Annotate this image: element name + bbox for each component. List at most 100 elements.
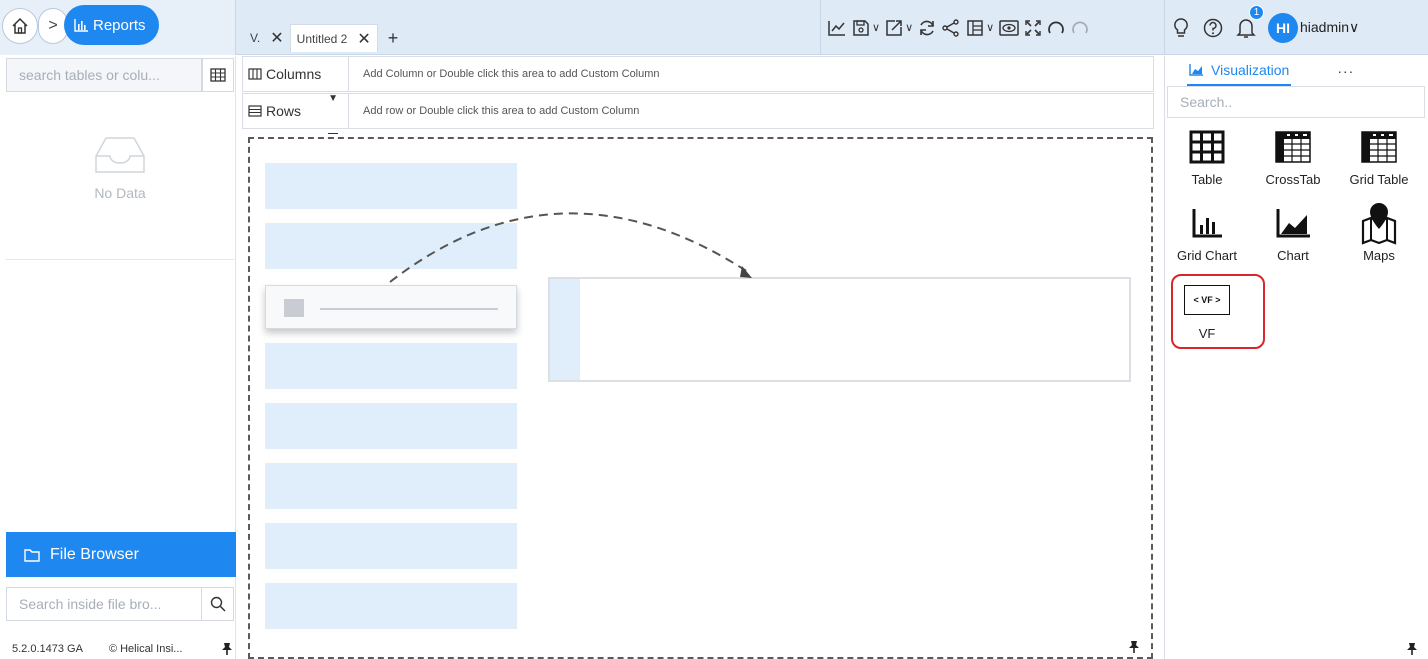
search-files-button[interactable] bbox=[201, 587, 234, 621]
tab-close-icon[interactable]: ✕ bbox=[270, 28, 283, 48]
undo-icon bbox=[1048, 21, 1065, 33]
username: hiadmin bbox=[1300, 19, 1350, 35]
report-tabs: V. ✕ Untitled 2 ✕ + bbox=[244, 24, 398, 52]
notification-badge: 1 bbox=[1249, 4, 1264, 20]
tab-label: V. bbox=[250, 31, 261, 45]
pin-icon[interactable] bbox=[1405, 642, 1419, 656]
refresh-icon bbox=[920, 20, 934, 35]
share-button[interactable] bbox=[941, 14, 961, 42]
report-toolbar: ∨ ∨ ∨ bbox=[820, 0, 1165, 55]
redo-icon bbox=[1072, 21, 1089, 33]
viz-item-chart[interactable]: Chart bbox=[1251, 198, 1335, 263]
viz-item-maps[interactable]: Maps bbox=[1337, 198, 1421, 263]
map-pin-icon bbox=[1361, 203, 1397, 245]
viz-item-table[interactable]: Table bbox=[1165, 122, 1249, 187]
viz-item-label: Table bbox=[1191, 172, 1223, 187]
viz-item-grid-table[interactable]: Grid Table bbox=[1337, 122, 1421, 187]
visualization-tabs: Visualization ··· bbox=[1165, 56, 1428, 86]
columns-label: Columns bbox=[243, 57, 349, 91]
viz-item-label: Grid Chart bbox=[1177, 248, 1237, 263]
add-tab-button[interactable]: + bbox=[388, 28, 399, 49]
search-icon bbox=[210, 596, 226, 612]
reports-label: Reports bbox=[93, 16, 146, 34]
avatar[interactable]: HI bbox=[1268, 12, 1298, 43]
fullscreen-button[interactable] bbox=[1024, 14, 1042, 42]
grid-table-icon bbox=[1361, 131, 1397, 163]
chevron-down-icon: ∨ bbox=[905, 22, 914, 34]
share-icon bbox=[942, 18, 959, 37]
viz-item-label: CrossTab bbox=[1265, 172, 1321, 187]
export-button[interactable]: ∨ bbox=[884, 14, 913, 42]
folder-icon bbox=[24, 548, 40, 562]
bar-chart-icon bbox=[74, 18, 88, 32]
visualization-panel: Visualization ··· Search.. Table CrossTa… bbox=[1164, 56, 1428, 659]
visualization-search-input[interactable]: Search.. bbox=[1167, 86, 1425, 118]
home-button[interactable] bbox=[2, 8, 38, 44]
no-data-text: No Data bbox=[94, 185, 146, 201]
dragged-field-card bbox=[265, 285, 517, 329]
save-button[interactable]: ∨ bbox=[851, 14, 880, 42]
viz-item-grid-chart[interactable]: Grid Chart bbox=[1165, 198, 1249, 263]
top-bar: > Reports V. ✕ Untitled 2 ✕ + ∨ ∨ ∨ 1 HI… bbox=[0, 0, 1428, 55]
user-bar: 1 HI hiadmin∨ bbox=[1172, 0, 1359, 55]
lightbulb-icon bbox=[1174, 17, 1188, 37]
search-tables-input[interactable]: search tables or colu... bbox=[6, 58, 202, 92]
rows-shelf[interactable]: Rows ▼ Add row or Double click this area… bbox=[242, 93, 1154, 134]
preview-button[interactable] bbox=[998, 14, 1020, 42]
drag-arrow-icon bbox=[389, 212, 752, 283]
tab-visualization[interactable]: Visualization bbox=[1187, 56, 1292, 86]
fullscreen-icon bbox=[1025, 19, 1041, 36]
line-chart-icon bbox=[828, 20, 845, 36]
pin-icon[interactable] bbox=[1127, 640, 1141, 654]
chart-view-button[interactable] bbox=[827, 14, 847, 42]
search-files-input[interactable]: Search inside file bro... bbox=[6, 587, 202, 621]
user-menu[interactable]: hiadmin∨ bbox=[1300, 19, 1359, 36]
viz-item-label: Maps bbox=[1363, 248, 1395, 263]
help-icon bbox=[1203, 18, 1223, 37]
left-panel: search tables or colu... No Data File Br… bbox=[4, 56, 236, 659]
left-nav: > Reports bbox=[0, 0, 236, 55]
placeholder-row bbox=[265, 583, 517, 629]
tab-close-icon[interactable]: ✕ bbox=[357, 29, 370, 49]
table-view-button[interactable] bbox=[202, 58, 234, 92]
copyright-text: © Helical Insi... bbox=[108, 643, 183, 655]
grid-icon bbox=[210, 68, 226, 82]
viz-item-vf[interactable]: < VF > VF bbox=[1165, 278, 1249, 341]
vf-icon: < VF > bbox=[1184, 285, 1230, 315]
redo-button[interactable] bbox=[1070, 14, 1090, 42]
chevron-down-icon: ∨ bbox=[872, 22, 881, 34]
notifications-button[interactable]: 1 bbox=[1236, 4, 1264, 42]
more-options-icon[interactable]: ··· bbox=[1337, 63, 1354, 79]
columns-icon bbox=[248, 68, 262, 80]
placeholder-row bbox=[265, 463, 517, 509]
tab-v[interactable]: V. ✕ bbox=[244, 24, 290, 52]
eye-icon bbox=[999, 19, 1019, 36]
layout-button[interactable]: ∨ bbox=[965, 14, 994, 42]
undo-button[interactable] bbox=[1046, 14, 1066, 42]
tips-button[interactable] bbox=[1172, 14, 1190, 42]
layout-icon bbox=[967, 19, 983, 36]
placeholder-row bbox=[265, 523, 517, 569]
table-icon bbox=[1189, 130, 1225, 164]
rows-label: Rows ▼ bbox=[243, 93, 349, 134]
columns-shelf[interactable]: Columns Add Column or Double click this … bbox=[242, 56, 1154, 92]
pin-icon[interactable] bbox=[220, 642, 234, 656]
rows-icon bbox=[248, 105, 262, 117]
chevron-down-icon: ∨ bbox=[986, 22, 995, 34]
caret-down-icon[interactable]: ▼ bbox=[328, 93, 338, 104]
reports-breadcrumb[interactable]: Reports bbox=[64, 5, 159, 45]
visualization-tab-label: Visualization bbox=[1211, 62, 1290, 78]
version-text: 5.2.0.1473 GA bbox=[12, 643, 83, 655]
viz-item-label: Chart bbox=[1277, 248, 1309, 263]
placeholder-row bbox=[265, 343, 517, 389]
crosstab-icon bbox=[1275, 131, 1311, 163]
refresh-button[interactable] bbox=[917, 14, 937, 42]
columns-hint: Add Column or Double click this area to … bbox=[363, 68, 660, 80]
help-button[interactable] bbox=[1202, 14, 1224, 42]
viz-item-crosstab[interactable]: CrossTab bbox=[1251, 122, 1335, 187]
file-browser-label: File Browser bbox=[50, 545, 139, 563]
file-browser-button[interactable]: File Browser bbox=[6, 532, 236, 577]
chevron-down-icon: ∨ bbox=[1349, 19, 1360, 35]
area-chart-icon bbox=[1276, 209, 1310, 238]
tab-untitled-2[interactable]: Untitled 2 ✕ bbox=[289, 24, 378, 52]
